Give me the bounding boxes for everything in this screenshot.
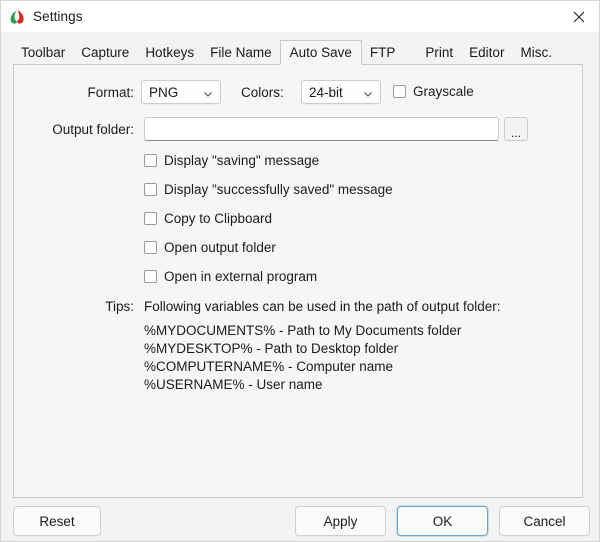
checkbox-open-output-folder[interactable]: Open output folder bbox=[144, 240, 276, 255]
reset-button[interactable]: Reset bbox=[13, 506, 101, 536]
chevron-down-icon bbox=[203, 87, 213, 97]
tab-label: Print bbox=[425, 45, 454, 60]
checkbox-label: Display "successfully saved" message bbox=[164, 182, 393, 197]
colors-value: 24-bit bbox=[309, 84, 343, 100]
faststone-leaf-icon bbox=[9, 9, 25, 25]
apply-button[interactable]: Apply bbox=[295, 506, 386, 536]
format-value: PNG bbox=[149, 84, 179, 100]
ok-button[interactable]: OK bbox=[397, 506, 488, 536]
format-dropdown[interactable]: PNG bbox=[141, 80, 221, 104]
format-label: Format: bbox=[87, 85, 134, 100]
checkbox-copy-to-clipboard[interactable]: Copy to Clipboard bbox=[144, 211, 272, 226]
checkbox-display-saving-message[interactable]: Display "saving" message bbox=[144, 153, 319, 168]
checkbox-label: Open in external program bbox=[164, 269, 318, 284]
colors-label: Colors: bbox=[241, 85, 284, 100]
tab-label: Hotkeys bbox=[145, 45, 195, 60]
tips-line: %USERNAME% - User name bbox=[144, 377, 323, 392]
checkbox-box bbox=[393, 85, 406, 98]
tab-ftp[interactable]: FTP bbox=[362, 40, 404, 65]
checkbox-box bbox=[144, 154, 157, 167]
tips-line: %MYDESKTOP% - Path to Desktop folder bbox=[144, 341, 399, 356]
chevron-down-icon bbox=[363, 87, 373, 97]
tips-variable-list: %MYDOCUMENTS% - Path to My Documents fol… bbox=[144, 322, 461, 394]
tab-auto-save[interactable]: Auto Save bbox=[279, 40, 362, 65]
checkbox-box bbox=[144, 212, 157, 225]
browse-folder-button[interactable]: ... bbox=[504, 117, 528, 141]
tab-label: FTP bbox=[369, 45, 396, 60]
tab-label: Auto Save bbox=[289, 45, 352, 60]
checkbox-box bbox=[144, 241, 157, 254]
colors-dropdown[interactable]: 24-bit bbox=[301, 80, 381, 104]
output-folder-input[interactable] bbox=[144, 117, 499, 141]
tips-line: %COMPUTERNAME% - Computer name bbox=[144, 359, 394, 374]
tab-label: Misc. bbox=[520, 45, 552, 60]
window-title: Settings bbox=[33, 9, 83, 24]
apply-label: Apply bbox=[323, 513, 358, 529]
tab-capture[interactable]: Capture bbox=[73, 40, 137, 65]
close-icon[interactable] bbox=[556, 1, 599, 32]
settings-window: Settings Toolbar Capture Hotkeys File Na… bbox=[0, 0, 600, 542]
checkbox-box bbox=[144, 183, 157, 196]
grayscale-label: Grayscale bbox=[413, 84, 474, 99]
reset-label: Reset bbox=[39, 513, 75, 529]
tab-toolbar[interactable]: Toolbar bbox=[13, 40, 73, 65]
checkbox-box bbox=[144, 270, 157, 283]
checkbox-display-successfully-saved-message[interactable]: Display "successfully saved" message bbox=[144, 182, 393, 197]
cancel-button[interactable]: Cancel bbox=[499, 506, 590, 536]
output-folder-label: Output folder: bbox=[52, 122, 134, 137]
tips-label: Tips: bbox=[105, 299, 134, 314]
cancel-label: Cancel bbox=[523, 513, 566, 529]
tips-line: %MYDOCUMENTS% - Path to My Documents fol… bbox=[144, 323, 462, 338]
tab-file-name[interactable]: File Name bbox=[202, 40, 280, 65]
tab-label: Capture bbox=[81, 45, 130, 60]
tab-misc[interactable]: Misc. bbox=[512, 40, 560, 65]
checkbox-label: Display "saving" message bbox=[164, 153, 320, 168]
checkbox-open-in-external-program[interactable]: Open in external program bbox=[144, 269, 317, 284]
ok-label: OK bbox=[432, 513, 453, 529]
checkbox-label: Open output folder bbox=[164, 240, 276, 255]
tips-heading: Following variables can be used in the p… bbox=[144, 299, 501, 314]
tab-editor[interactable]: Editor bbox=[461, 40, 512, 65]
tab-label: Toolbar bbox=[21, 45, 66, 60]
title-bar: Settings bbox=[1, 1, 599, 32]
checkbox-label: Copy to Clipboard bbox=[164, 211, 273, 226]
tab-print[interactable]: Print bbox=[417, 40, 461, 65]
grayscale-checkbox[interactable]: Grayscale bbox=[393, 84, 474, 99]
tab-hotkeys[interactable]: Hotkeys bbox=[137, 40, 202, 65]
tab-label: File Name bbox=[210, 45, 272, 60]
tab-label: Editor bbox=[469, 45, 505, 60]
browse-label: ... bbox=[510, 126, 521, 140]
tab-strip: Toolbar Capture Hotkeys File Name Auto S… bbox=[13, 39, 583, 65]
